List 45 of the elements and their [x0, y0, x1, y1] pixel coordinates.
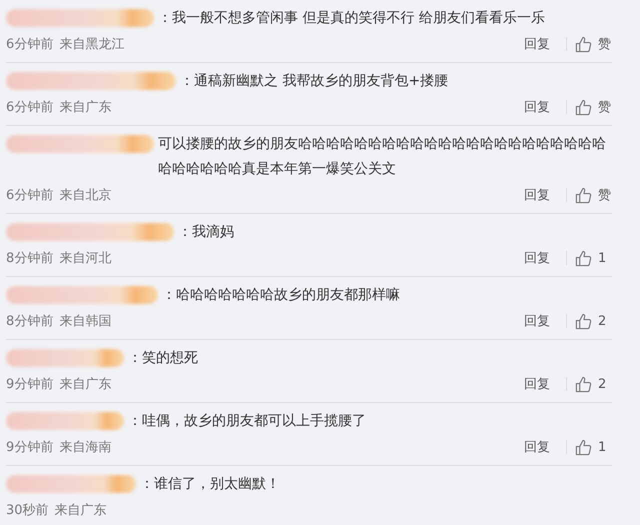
comment-time: 8分钟前: [6, 250, 54, 267]
like-count[interactable]: 赞: [598, 186, 612, 204]
comment-time: 9分钟前: [6, 376, 54, 393]
like-count[interactable]: 2: [598, 376, 612, 392]
comment-text: ：哈哈哈哈哈哈哈故乡的朋友都那样嘛: [162, 286, 401, 305]
like-count[interactable]: 赞: [598, 35, 612, 53]
like-count[interactable]: 1: [598, 250, 612, 266]
comment-time: 30秒前: [6, 502, 49, 519]
thumbs-up-icon[interactable]: [575, 312, 592, 330]
comment-time: 6分钟前: [6, 99, 54, 116]
comment-text: 可以搂腰的故乡的朋友哈哈哈哈哈哈哈哈哈哈哈哈哈哈哈哈哈哈哈哈哈哈哈哈哈哈哈哈真是本年第一爆笑公关文: [158, 135, 607, 179]
comment-location: 来自海南: [59, 439, 112, 456]
thumbs-up-icon[interactable]: [575, 376, 592, 392]
comment-text: ：我滴妈: [178, 223, 235, 242]
comment-location: 来自广东: [54, 502, 107, 519]
comment-time: 6分钟前: [6, 187, 54, 204]
comment-location: 来自黑龙江: [59, 36, 124, 53]
thumbs-up-icon[interactable]: [575, 36, 592, 52]
comment-text: ：谁信了，别太幽默！: [140, 475, 281, 494]
comment-time: 6分钟前: [6, 36, 54, 53]
comment-location: 来自广东: [59, 376, 112, 393]
reply-link[interactable]: 回复: [524, 186, 550, 204]
thumbs-up-icon[interactable]: [575, 250, 592, 266]
reply-link[interactable]: 回复: [524, 312, 550, 330]
like-count[interactable]: 2: [598, 314, 612, 328]
thumbs-up-icon[interactable]: [575, 98, 592, 116]
reply-link[interactable]: 回复: [524, 98, 550, 116]
comment-location: 来自韩国: [59, 313, 112, 330]
comment-location: 来自北京: [59, 187, 112, 204]
reply-link[interactable]: 回复: [524, 249, 550, 267]
comment-time: 8分钟前: [6, 313, 54, 330]
comment-text: ：我一般不想多管闲事 但是真的笑得不行 给朋友们看看乐一乐: [158, 9, 546, 28]
thumbs-up-icon[interactable]: [575, 438, 592, 456]
comment-text: ：通稿新幽默之 我帮故乡的朋友背包+搂腰: [180, 72, 450, 91]
reply-link[interactable]: 回复: [524, 35, 550, 53]
like-count[interactable]: 赞: [598, 98, 612, 116]
comment-location: 来自广东: [59, 99, 112, 116]
comment-location: 来自河北: [59, 250, 112, 267]
comment-text: ：笑的想死: [128, 349, 199, 368]
thumbs-up-icon[interactable]: [575, 186, 592, 204]
reply-link[interactable]: 回复: [524, 438, 550, 456]
like-count[interactable]: 1: [598, 440, 612, 454]
reply-link[interactable]: 回复: [524, 375, 550, 393]
comment-time: 9分钟前: [6, 439, 54, 456]
comment-text: ：哇偶，故乡的朋友都可以上手揽腰了: [128, 412, 367, 431]
